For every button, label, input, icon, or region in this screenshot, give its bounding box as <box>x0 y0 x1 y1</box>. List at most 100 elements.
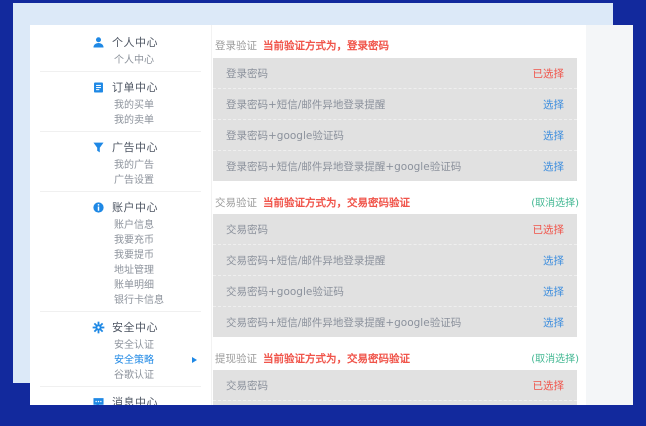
current-method-text: 当前验证方式为，交易密码验证 <box>263 351 410 366</box>
sidebar-item[interactable]: 安全认证 <box>30 338 211 353</box>
sidebar-item[interactable]: 我的卖单 <box>30 113 211 128</box>
option-row: 交易密码 已选择 <box>213 214 577 244</box>
option-row: 交易密码+短信/邮件异地登录提醒 选择 <box>213 244 577 275</box>
section-header: 交易验证当前验证方式为，交易密码验证 (取消选择) <box>215 194 579 208</box>
sidebar-item[interactable]: 账户信息 <box>30 218 211 233</box>
sidebar-item-label: 银行卡信息 <box>114 295 164 306</box>
ad-icon <box>92 141 105 154</box>
sidebar-group-header[interactable]: 订单中心 <box>30 76 211 98</box>
sidebar-divider <box>40 311 201 312</box>
sidebar-divider <box>40 71 201 72</box>
sidebar-item-label: 我的广告 <box>114 160 154 171</box>
option-label: 交易密码 <box>226 378 268 393</box>
sidebar-item[interactable]: 银行卡信息 <box>30 293 211 308</box>
message-icon <box>92 396 105 406</box>
sidebar-group-header[interactable]: 账户中心 <box>30 196 211 218</box>
sidebar-group-label: 广告中心 <box>112 139 158 155</box>
select-link[interactable]: 选择 <box>543 159 564 174</box>
option-label: 交易密码+短信/邮件异地登录提醒 <box>226 253 385 268</box>
option-row: 交易密码+短信/邮件异地登录提醒+google验证码 选择 <box>213 306 577 337</box>
sidebar-item-label: 我的买单 <box>114 100 154 111</box>
sidebar-item[interactable]: 我要充币 <box>30 233 211 248</box>
option-label: 交易密码+google验证码 <box>226 284 344 299</box>
sidebar-item[interactable]: 我的买单 <box>30 98 211 113</box>
sidebar-item[interactable]: 地址管理 <box>30 263 211 278</box>
sidebar-item-label: 地址管理 <box>114 265 154 276</box>
sidebar-item[interactable]: 账单明细 <box>30 278 211 293</box>
option-row: 交易密码 已选择 <box>213 370 577 400</box>
option-label: 登录密码+短信/邮件异地登录提醒 <box>226 97 385 112</box>
option-row: 登录密码+短信/邮件异地登录提醒 选择 <box>213 88 577 119</box>
sidebar-group-header[interactable]: 安全中心 <box>30 316 211 338</box>
sidebar-item-label: 安全策略 <box>114 355 154 366</box>
sidebar-item[interactable]: 安全策略 <box>30 353 211 368</box>
sidebar-item[interactable]: 个人中心 <box>30 53 211 68</box>
select-link[interactable]: 选择 <box>543 97 564 112</box>
sidebar-group-header[interactable]: 消息中心 <box>30 391 211 405</box>
options-box: 交易密码 已选择交易密码+短信/邮件异地登录提醒选择 <box>213 370 577 405</box>
sidebar-item[interactable]: 我的广告 <box>30 158 211 173</box>
cancel-selection-link[interactable]: (取消选择) <box>531 350 579 365</box>
section-header: 提现验证当前验证方式为，交易密码验证 (取消选择) <box>215 350 579 364</box>
sidebar-group-label: 账户中心 <box>112 199 158 215</box>
sidebar-item-label: 账单明细 <box>114 280 154 291</box>
sidebar-item[interactable]: 谷歌认证 <box>30 368 211 383</box>
sidebar-item-label: 个人中心 <box>114 55 154 66</box>
sidebar-group-header[interactable]: 广告中心 <box>30 136 211 158</box>
option-label: 交易密码+短信/邮件异地登录提醒+google验证码 <box>226 315 461 330</box>
current-method-text: 当前验证方式为，交易密码验证 <box>263 195 410 210</box>
section-header: 登录验证当前验证方式为，登录密码 <box>215 38 579 52</box>
sidebar-group-label: 消息中心 <box>112 394 158 405</box>
current-method-text: 当前验证方式为，登录密码 <box>263 38 389 53</box>
selected-badge: 已选择 <box>533 222 565 237</box>
sidebar-group-header[interactable]: 个人中心 <box>30 31 211 53</box>
sidebar-divider <box>40 386 201 387</box>
select-link[interactable]: 选择 <box>543 315 564 330</box>
sidebar-divider <box>40 191 201 192</box>
main-card: 个人中心个人中心订单中心我的买单我的卖单广告中心我的广告广告设置账户中心账户信息… <box>30 25 586 405</box>
account-icon <box>92 201 105 214</box>
options-box: 登录密码已选择登录密码+短信/邮件异地登录提醒选择登录密码+google验证码选… <box>213 58 577 181</box>
option-row: 登录密码+google验证码 选择 <box>213 119 577 150</box>
chevron-right-icon <box>192 357 197 363</box>
select-link[interactable]: 选择 <box>543 284 564 299</box>
option-label: 交易密码 <box>226 222 268 237</box>
section-title: 交易验证 <box>215 195 257 210</box>
security-settings-content: 登录验证当前验证方式为，登录密码登录密码已选择登录密码+短信/邮件异地登录提醒选… <box>213 25 579 405</box>
gear-icon <box>92 321 105 334</box>
selected-badge: 已选择 <box>533 378 565 393</box>
user-icon <box>92 36 105 49</box>
sidebar: 个人中心个人中心订单中心我的买单我的卖单广告中心我的广告广告设置账户中心账户信息… <box>30 25 212 405</box>
verification-section: 交易验证当前验证方式为，交易密码验证 (取消选择) 交易密码 已选择交易密码+短信/邮… <box>213 194 579 337</box>
options-box: 交易密码已选择交易密码+短信/邮件异地登录提醒选择交易密码+google验证码选… <box>213 214 577 337</box>
option-label: 登录密码 <box>226 66 268 81</box>
sidebar-item-label: 账户信息 <box>114 220 154 231</box>
verification-section: 登录验证当前验证方式为，登录密码登录密码已选择登录密码+短信/邮件异地登录提醒选… <box>213 38 579 181</box>
sidebar-group-label: 订单中心 <box>112 79 158 95</box>
selected-badge: 已选择 <box>533 66 565 81</box>
section-title: 登录验证 <box>215 38 257 53</box>
select-link[interactable]: 选择 <box>543 253 564 268</box>
select-link[interactable]: 选择 <box>543 128 564 143</box>
sidebar-divider <box>40 131 201 132</box>
sidebar-group-label: 安全中心 <box>112 319 158 335</box>
sidebar-item[interactable]: 广告设置 <box>30 173 211 188</box>
sidebar-item-label: 谷歌认证 <box>114 370 154 381</box>
order-icon <box>92 81 105 94</box>
right-gray-panel <box>586 25 633 405</box>
option-row: 登录密码 已选择 <box>213 58 577 88</box>
verification-section: 提现验证当前验证方式为，交易密码验证 (取消选择) 交易密码 已选择交易密码+短信/邮… <box>213 350 579 405</box>
sidebar-item-label: 我的卖单 <box>114 115 154 126</box>
sidebar-item-label: 我要提币 <box>114 250 154 261</box>
option-row: 登录密码+短信/邮件异地登录提醒+google验证码 选择 <box>213 150 577 181</box>
section-title: 提现验证 <box>215 351 257 366</box>
option-row: 交易密码+短信/邮件异地登录提醒选择 <box>213 400 577 405</box>
sidebar-group-label: 个人中心 <box>112 34 158 50</box>
option-row: 交易密码+google验证码 选择 <box>213 275 577 306</box>
option-label: 登录密码+短信/邮件异地登录提醒+google验证码 <box>226 159 461 174</box>
sidebar-item-label: 广告设置 <box>114 175 154 186</box>
option-label: 登录密码+google验证码 <box>226 128 344 143</box>
sidebar-item-label: 我要充币 <box>114 235 154 246</box>
cancel-selection-link[interactable]: (取消选择) <box>531 194 579 209</box>
sidebar-item[interactable]: 我要提币 <box>30 248 211 263</box>
